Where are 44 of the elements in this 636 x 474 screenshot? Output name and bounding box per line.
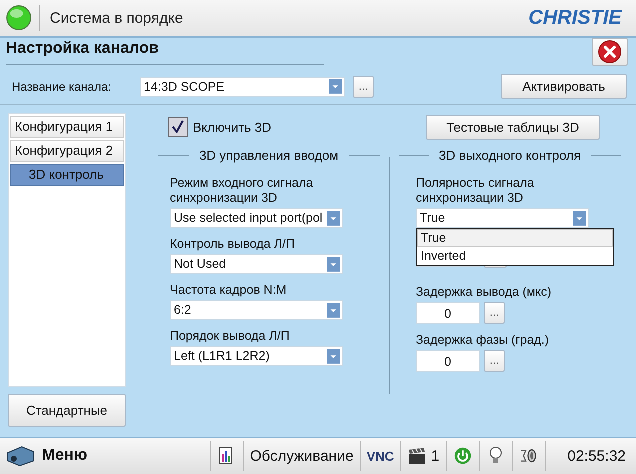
clock: 02:55:32 bbox=[568, 448, 626, 464]
section-title: 3D выходного контроля bbox=[438, 148, 582, 162]
field-label: Частота кадров N:M bbox=[170, 283, 288, 298]
checkbox-label: Включить 3D bbox=[193, 120, 272, 134]
dropdown-field[interactable]: 6:2 bbox=[170, 300, 343, 320]
number-field[interactable]: 0 bbox=[416, 302, 480, 324]
dropdown-option[interactable]: Inverted bbox=[417, 247, 613, 265]
test-patterns-button[interactable]: Тестовые таблицы 3D bbox=[426, 114, 600, 140]
number-field[interactable]: 0 bbox=[416, 350, 480, 372]
nav-tab[interactable]: Конфигурация 2 bbox=[10, 140, 124, 162]
projector-icon bbox=[6, 445, 36, 467]
field-label: Задержка вывода (мкс) bbox=[416, 285, 553, 300]
dropdown-field[interactable]: Not Used bbox=[170, 254, 343, 274]
section-title: 3D управления вводом bbox=[198, 148, 340, 162]
job-count: 1 bbox=[431, 448, 440, 464]
more-button[interactable]: ... bbox=[484, 350, 505, 372]
dropdown-option[interactable]: True bbox=[417, 229, 613, 247]
service-link[interactable]: Обслуживание bbox=[250, 448, 354, 464]
menu-button[interactable]: Меню bbox=[0, 440, 94, 472]
checkbox[interactable] bbox=[168, 117, 188, 137]
nav-tab[interactable]: 3D контроль bbox=[10, 164, 124, 186]
clapperboard-icon bbox=[408, 446, 426, 466]
close-icon bbox=[598, 40, 622, 64]
dropdown-field[interactable]: True bbox=[416, 208, 589, 228]
nav-tab[interactable]: Конфигурация 1 bbox=[10, 116, 124, 138]
field-label: Порядок вывода Л/П bbox=[170, 329, 291, 344]
dropdown-field[interactable]: Use selected input port(pol bbox=[170, 208, 343, 228]
dropdown-field[interactable]: Left (L1R1 L2R2) bbox=[170, 346, 343, 366]
vnc-button[interactable]: VNC bbox=[366, 448, 394, 464]
more-button[interactable]: ... bbox=[484, 302, 505, 324]
brand-logo: CHRISTIE bbox=[528, 6, 622, 30]
field-label: Полярность сигнала синхронизации 3D bbox=[416, 176, 536, 206]
field-label: Задержка фазы (град.) bbox=[416, 333, 550, 348]
activate-button[interactable]: Активировать bbox=[501, 74, 627, 99]
power-icon[interactable] bbox=[454, 446, 472, 466]
field-label: Режим входного сигнала синхронизации 3D bbox=[170, 176, 314, 206]
dialog-title: Настройка каналов bbox=[6, 40, 159, 57]
defaults-button[interactable]: Стандартные bbox=[8, 394, 126, 427]
more-button[interactable]: ... bbox=[353, 76, 374, 98]
dropdown-field[interactable]: 14:3D SCOPE bbox=[140, 76, 345, 96]
close-button[interactable] bbox=[592, 38, 628, 66]
field-label: Контроль вывода Л/П bbox=[170, 237, 296, 252]
field-label: Название канала: bbox=[12, 80, 112, 94]
status-text: Система в порядке bbox=[50, 10, 184, 26]
